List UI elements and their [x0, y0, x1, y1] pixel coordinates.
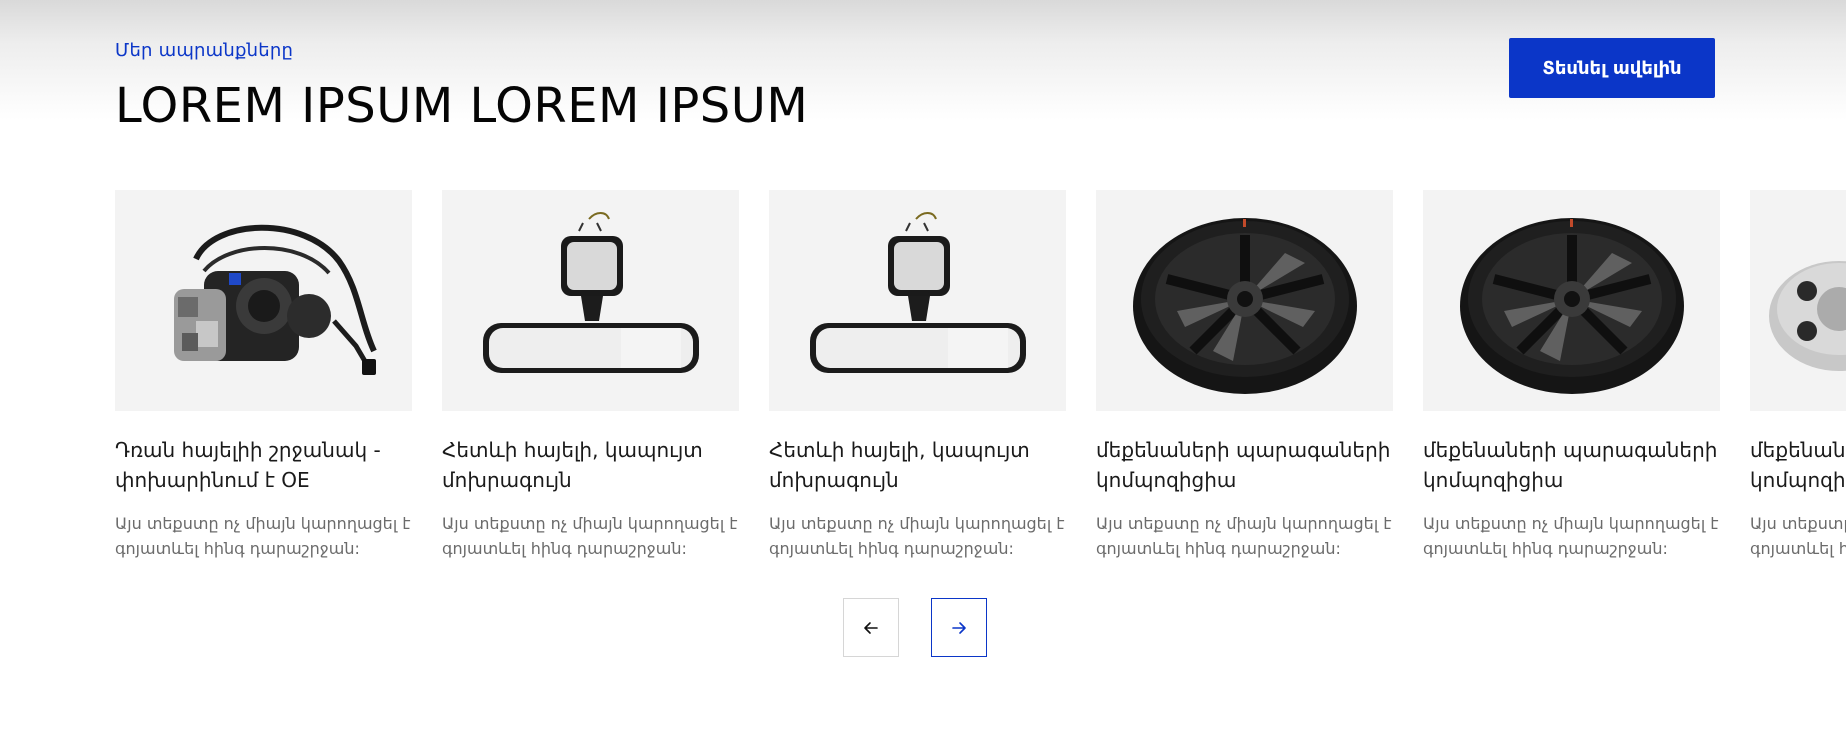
product-description: Այս տեքստը ոչ միայն կարողացել է գոյատևել…	[1750, 514, 1846, 558]
product-title[interactable]: մեքենաների պարագաների կոմպոզիցիա	[1423, 435, 1720, 495]
product-card[interactable]: Դռան հայելիի շրջանակ - փոխարինում է OE Ա…	[115, 190, 412, 561]
arrow-left-icon	[864, 621, 878, 634]
section-title: LOREM IPSUM LOREM IPSUM	[115, 78, 809, 134]
door-mirror-assembly-image[interactable]	[115, 190, 412, 411]
section-eyebrow: Մեր ապրանքները	[115, 40, 294, 61]
carousel-prev-button[interactable]	[843, 598, 899, 657]
carousel-track: Դռան հայելիի շրջանակ - փոխարինում է OE Ա…	[115, 190, 1846, 561]
product-title[interactable]: Դռան հայելիի շրջանակ - փոխարինում է OE	[115, 435, 412, 495]
wheel-spacer-image[interactable]	[1750, 190, 1846, 411]
section-header: Մեր ապրանքները LOREM IPSUM LOREM IPSUM	[115, 40, 1715, 130]
carousel-next-button[interactable]	[931, 598, 987, 657]
product-card[interactable]: մեքենաների պարագաների կոմպոզիցիա Այս տեք…	[1096, 190, 1393, 561]
arrow-right-icon	[952, 621, 966, 634]
product-card[interactable]: մեքենաների պարագաների կոմպոզիցիա Այս տեք…	[1750, 190, 1846, 561]
alloy-wheel-image[interactable]	[1423, 190, 1720, 411]
rearview-mirror-image[interactable]	[769, 190, 1066, 411]
rearview-mirror-image[interactable]	[442, 190, 739, 411]
see-more-button[interactable]: Տեսնել ավելին	[1509, 38, 1715, 98]
product-title[interactable]: մեքենաների պարագաների կոմպոզիցիա	[1750, 435, 1846, 495]
product-title[interactable]: մեքենաների պարագաների կոմպոզիցիա	[1096, 435, 1393, 495]
product-description: Այս տեքստը ոչ միայն կարողացել է գոյատևել…	[769, 514, 1065, 558]
alloy-wheel-image[interactable]	[1096, 190, 1393, 411]
product-title[interactable]: Հետևի հայելի, կապույտ մոխրագույն	[442, 435, 739, 495]
product-description: Այս տեքստը ոչ միայն կարողացել է գոյատևել…	[1096, 514, 1392, 558]
product-card[interactable]: Հետևի հայելի, կապույտ մոխրագույն Այս տեք…	[442, 190, 739, 561]
product-description: Այս տեքստը ոչ միայն կարողացել է գոյատևել…	[1423, 514, 1719, 558]
product-carousel[interactable]: Դռան հայելիի շրջանակ - փոխարինում է OE Ա…	[115, 190, 1846, 570]
product-card[interactable]: մեքենաների պարագաների կոմպոզիցիա Այս տեք…	[1423, 190, 1720, 561]
product-description: Այս տեքստը ոչ միայն կարողացել է գոյատևել…	[115, 514, 411, 558]
product-title[interactable]: Հետևի հայելի, կապույտ մոխրագույն	[769, 435, 1066, 495]
product-description: Այս տեքստը ոչ միայն կարողացել է գոյատևել…	[442, 514, 738, 558]
product-card[interactable]: Հետևի հայելի, կապույտ մոխրագույն Այս տեք…	[769, 190, 1066, 561]
